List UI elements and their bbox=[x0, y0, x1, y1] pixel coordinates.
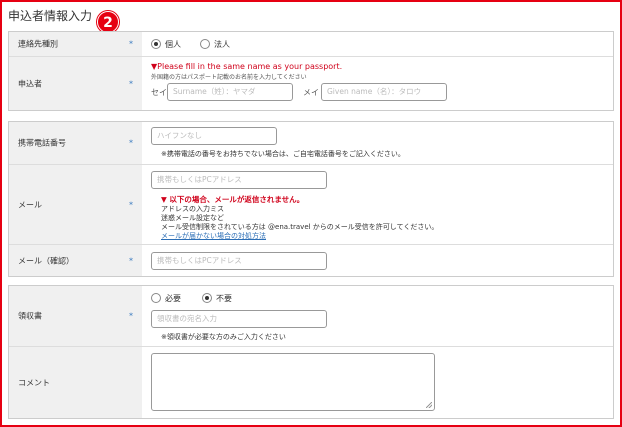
required-mark: * bbox=[129, 200, 133, 209]
passport-notice: ▼Please fill in the same name as your pa… bbox=[151, 62, 343, 71]
required-mark: * bbox=[129, 39, 133, 49]
receipt-row: 領収書 * 必要 不要 領収書の宛名入力 ※領収書が必要な方のみご入力ください bbox=[9, 286, 613, 346]
contact-type-label: 連絡先種別 bbox=[18, 39, 58, 49]
email-row: メール * 携帯もしくはPCアドレス ▼ 以下の場合、メールが返信されません。 … bbox=[9, 164, 613, 244]
email-confirm-row: メール（確認） * 携帯もしくはPCアドレス bbox=[9, 244, 613, 276]
receipt-label: 領収書 bbox=[18, 311, 42, 321]
comment-row: コメント bbox=[9, 346, 613, 418]
applicant-table: 連絡先種別 * 個人 法人 申込者 * ▼Please fill in the … bbox=[8, 31, 614, 111]
given-name-input[interactable]: Given name（名）：タロウ bbox=[321, 83, 447, 101]
sei-label: セイ bbox=[151, 88, 167, 97]
radio-individual[interactable] bbox=[151, 39, 161, 49]
email-label: メール bbox=[18, 200, 42, 209]
step-badge: 2 bbox=[97, 11, 119, 33]
email-confirm-label: メール（確認） bbox=[18, 256, 74, 265]
contact-table: 携帯電話番号 * ハイフンなし ※携帯電話の番号をお持ちでない場合は、ご自宅電話… bbox=[8, 121, 614, 277]
mobile-note: ※携帯電話の番号をお持ちでない場合は、ご自宅電話番号をご記入ください。 bbox=[161, 150, 405, 158]
radio-receipt-not-needed[interactable] bbox=[202, 293, 212, 303]
applicant-row: 申込者 * ▼Please fill in the same name as y… bbox=[9, 56, 613, 110]
receipt-name-input[interactable]: 領収書の宛名入力 bbox=[151, 310, 327, 328]
foreign-notice: 外国籍の方はパスポート記載のお名前を入力してください bbox=[151, 74, 307, 81]
required-mark: * bbox=[129, 311, 133, 321]
comment-label: コメント bbox=[18, 378, 50, 387]
section-title: 申込者情報入力 bbox=[8, 9, 93, 23]
mobile-label: 携帯電話番号 bbox=[18, 138, 66, 148]
email-help-link[interactable]: メールが届かない場合の対処方法 bbox=[161, 231, 266, 241]
receipt-table: 領収書 * 必要 不要 領収書の宛名入力 ※領収書が必要な方のみご入力ください … bbox=[8, 285, 614, 419]
radio-individual-label[interactable]: 個人 bbox=[165, 39, 181, 50]
contact-type-row: 連絡先種別 * 個人 法人 bbox=[9, 32, 613, 56]
required-mark: * bbox=[129, 79, 133, 88]
surname-input[interactable]: Surname（姓）：ヤマダ bbox=[167, 83, 293, 101]
radio-receipt-needed-label[interactable]: 必要 bbox=[165, 293, 181, 304]
resize-handle-icon[interactable] bbox=[426, 402, 432, 408]
required-mark: * bbox=[129, 138, 133, 148]
comment-textarea[interactable] bbox=[151, 353, 435, 411]
receipt-note: ※領収書が必要な方のみご入力ください bbox=[161, 333, 286, 341]
radio-corporate[interactable] bbox=[200, 39, 210, 49]
radio-corporate-label[interactable]: 法人 bbox=[214, 39, 230, 50]
required-mark: * bbox=[129, 256, 133, 265]
email-confirm-input[interactable]: 携帯もしくはPCアドレス bbox=[151, 252, 327, 270]
radio-receipt-not-needed-label[interactable]: 不要 bbox=[216, 293, 232, 304]
mei-label: メイ bbox=[303, 88, 319, 97]
mobile-input[interactable]: ハイフンなし bbox=[151, 127, 277, 145]
email-input[interactable]: 携帯もしくはPCアドレス bbox=[151, 171, 327, 189]
radio-receipt-needed[interactable] bbox=[151, 293, 161, 303]
mobile-row: 携帯電話番号 * ハイフンなし ※携帯電話の番号をお持ちでない場合は、ご自宅電話… bbox=[9, 122, 613, 164]
applicant-label: 申込者 bbox=[18, 79, 42, 88]
